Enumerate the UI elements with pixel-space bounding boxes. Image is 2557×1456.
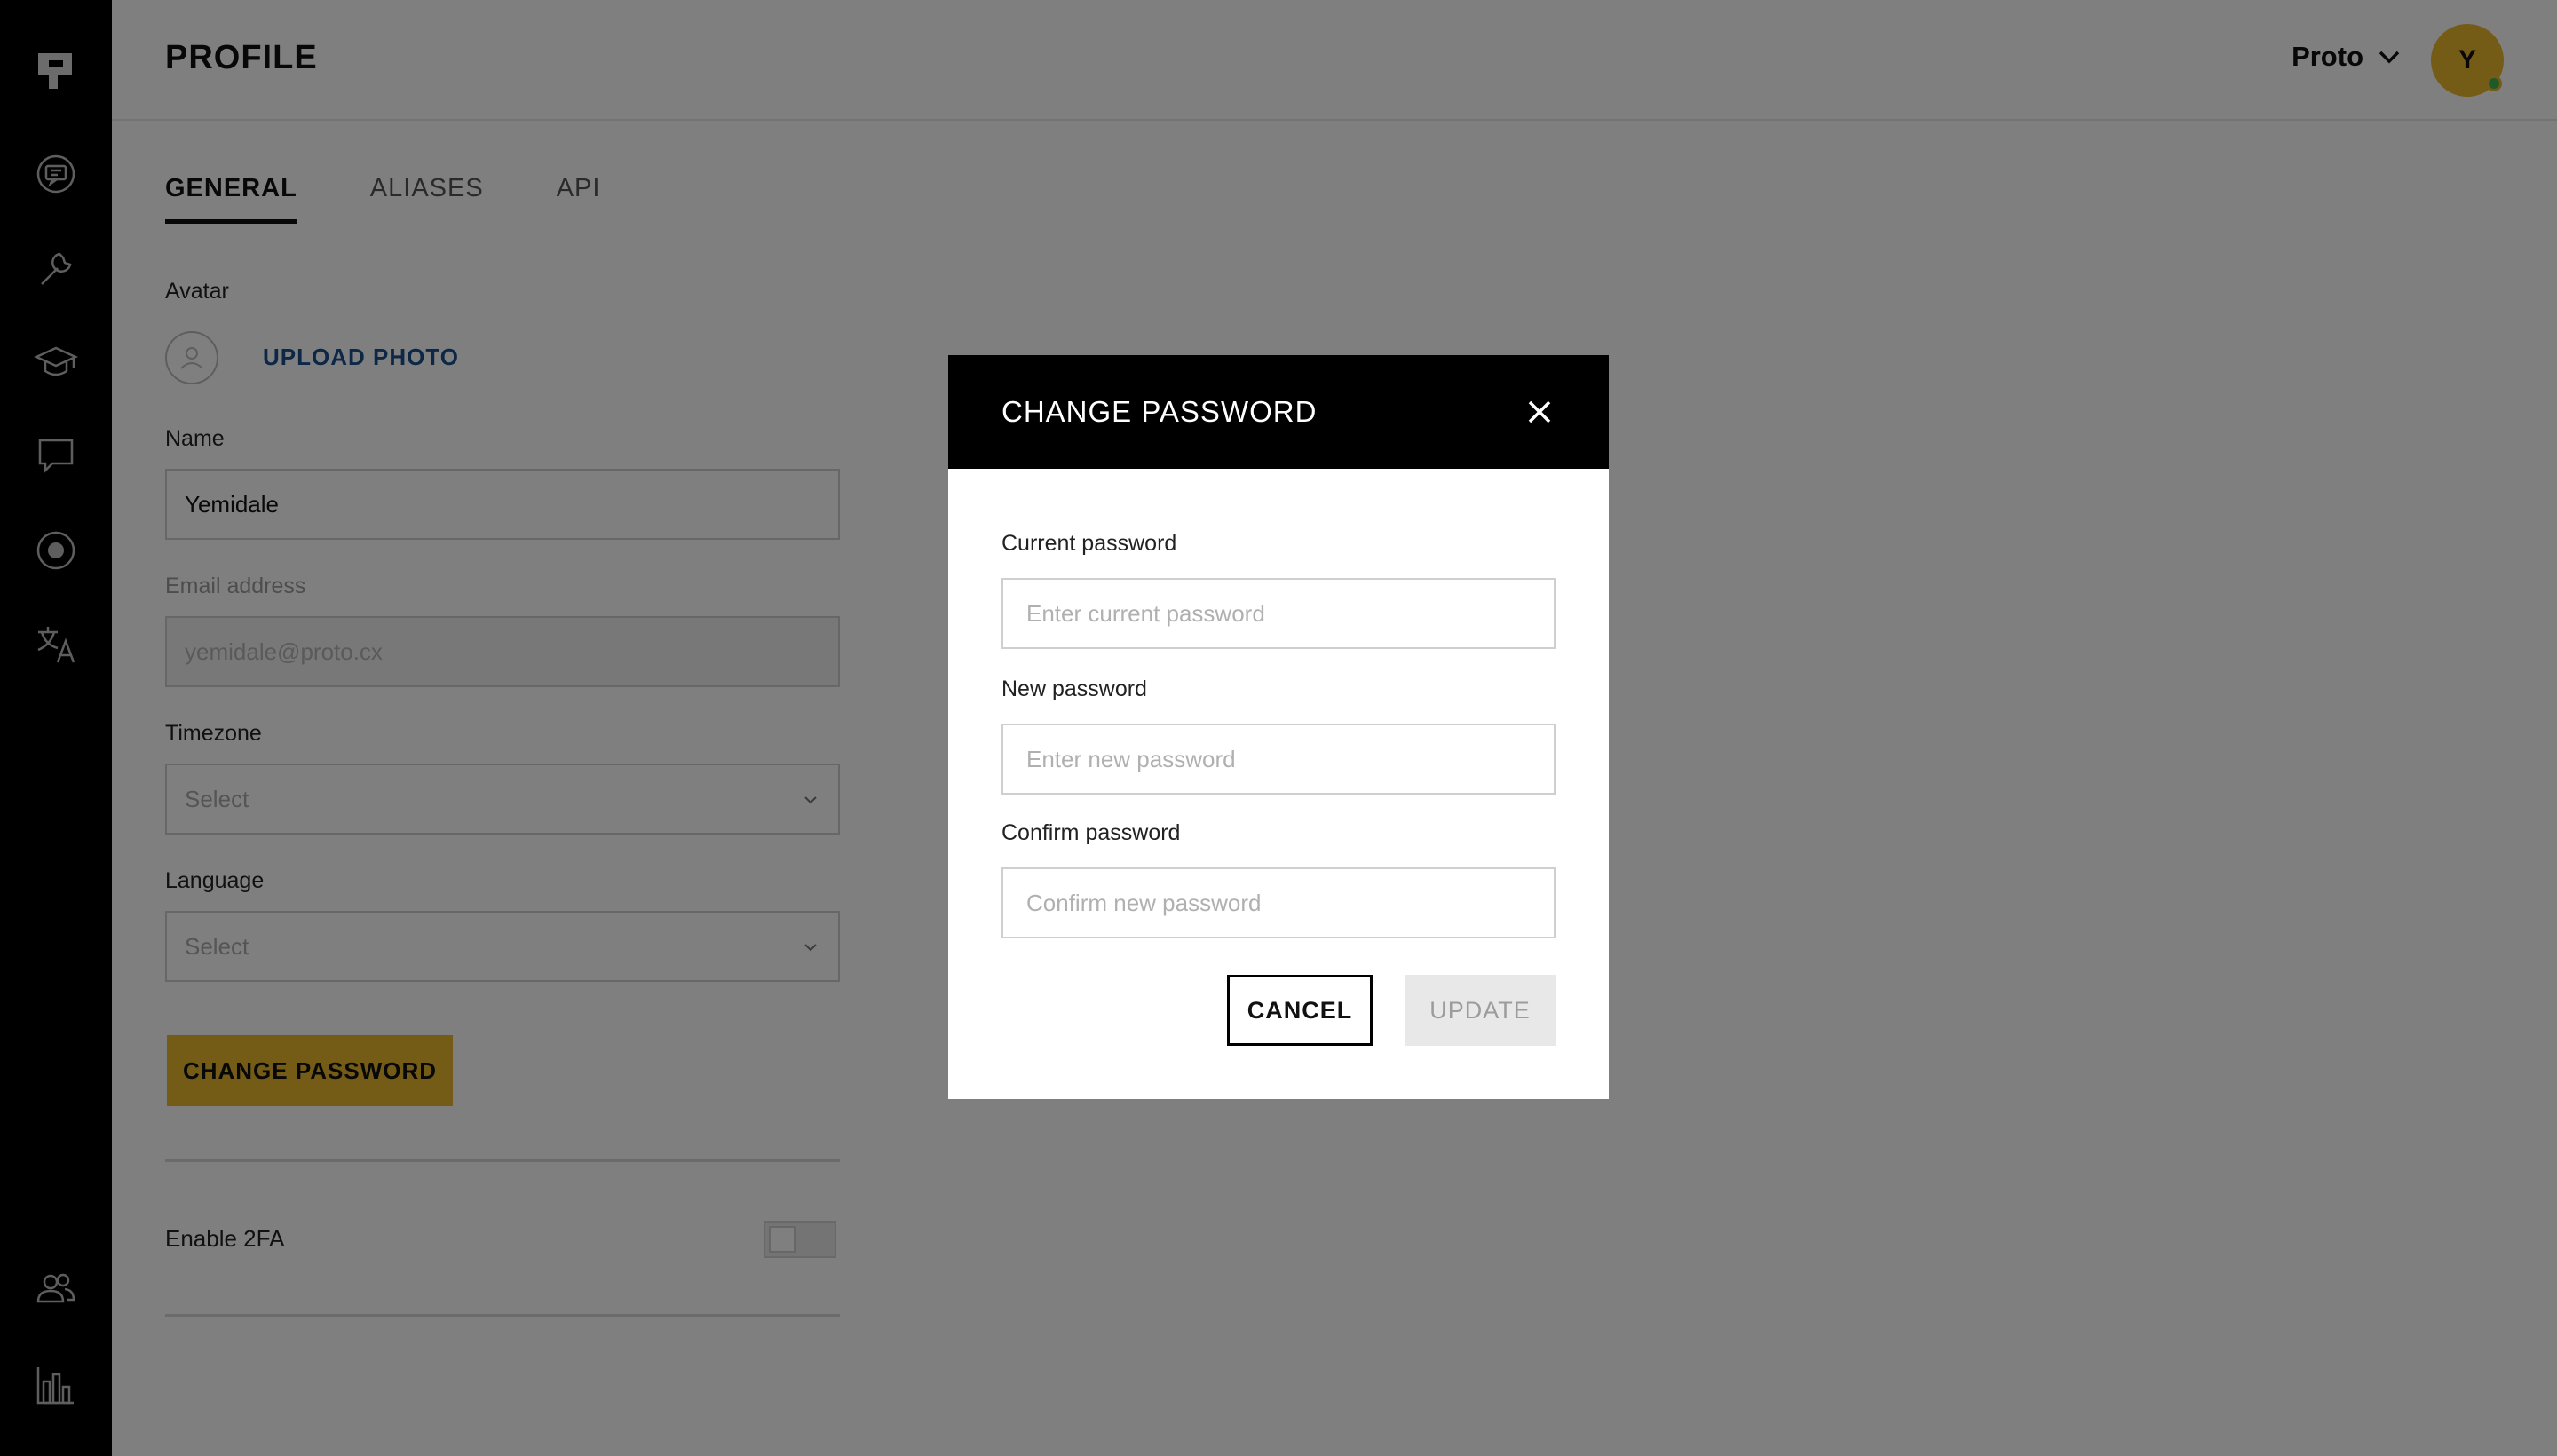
current-password-label: Current password [1001, 531, 1177, 556]
close-icon[interactable] [1524, 396, 1556, 428]
update-button[interactable]: UPDATE [1405, 975, 1556, 1046]
change-password-modal: CHANGE PASSWORD Current password New pas… [948, 355, 1609, 1099]
new-password-input[interactable] [1001, 724, 1556, 795]
cancel-button[interactable]: CANCEL [1227, 975, 1373, 1046]
confirm-password-label: Confirm password [1001, 820, 1181, 845]
new-password-label: New password [1001, 677, 1147, 701]
modal-title: CHANGE PASSWORD [1001, 395, 1318, 428]
current-password-input[interactable] [1001, 578, 1556, 649]
modal-header: CHANGE PASSWORD [948, 355, 1609, 469]
confirm-password-input[interactable] [1001, 867, 1556, 938]
